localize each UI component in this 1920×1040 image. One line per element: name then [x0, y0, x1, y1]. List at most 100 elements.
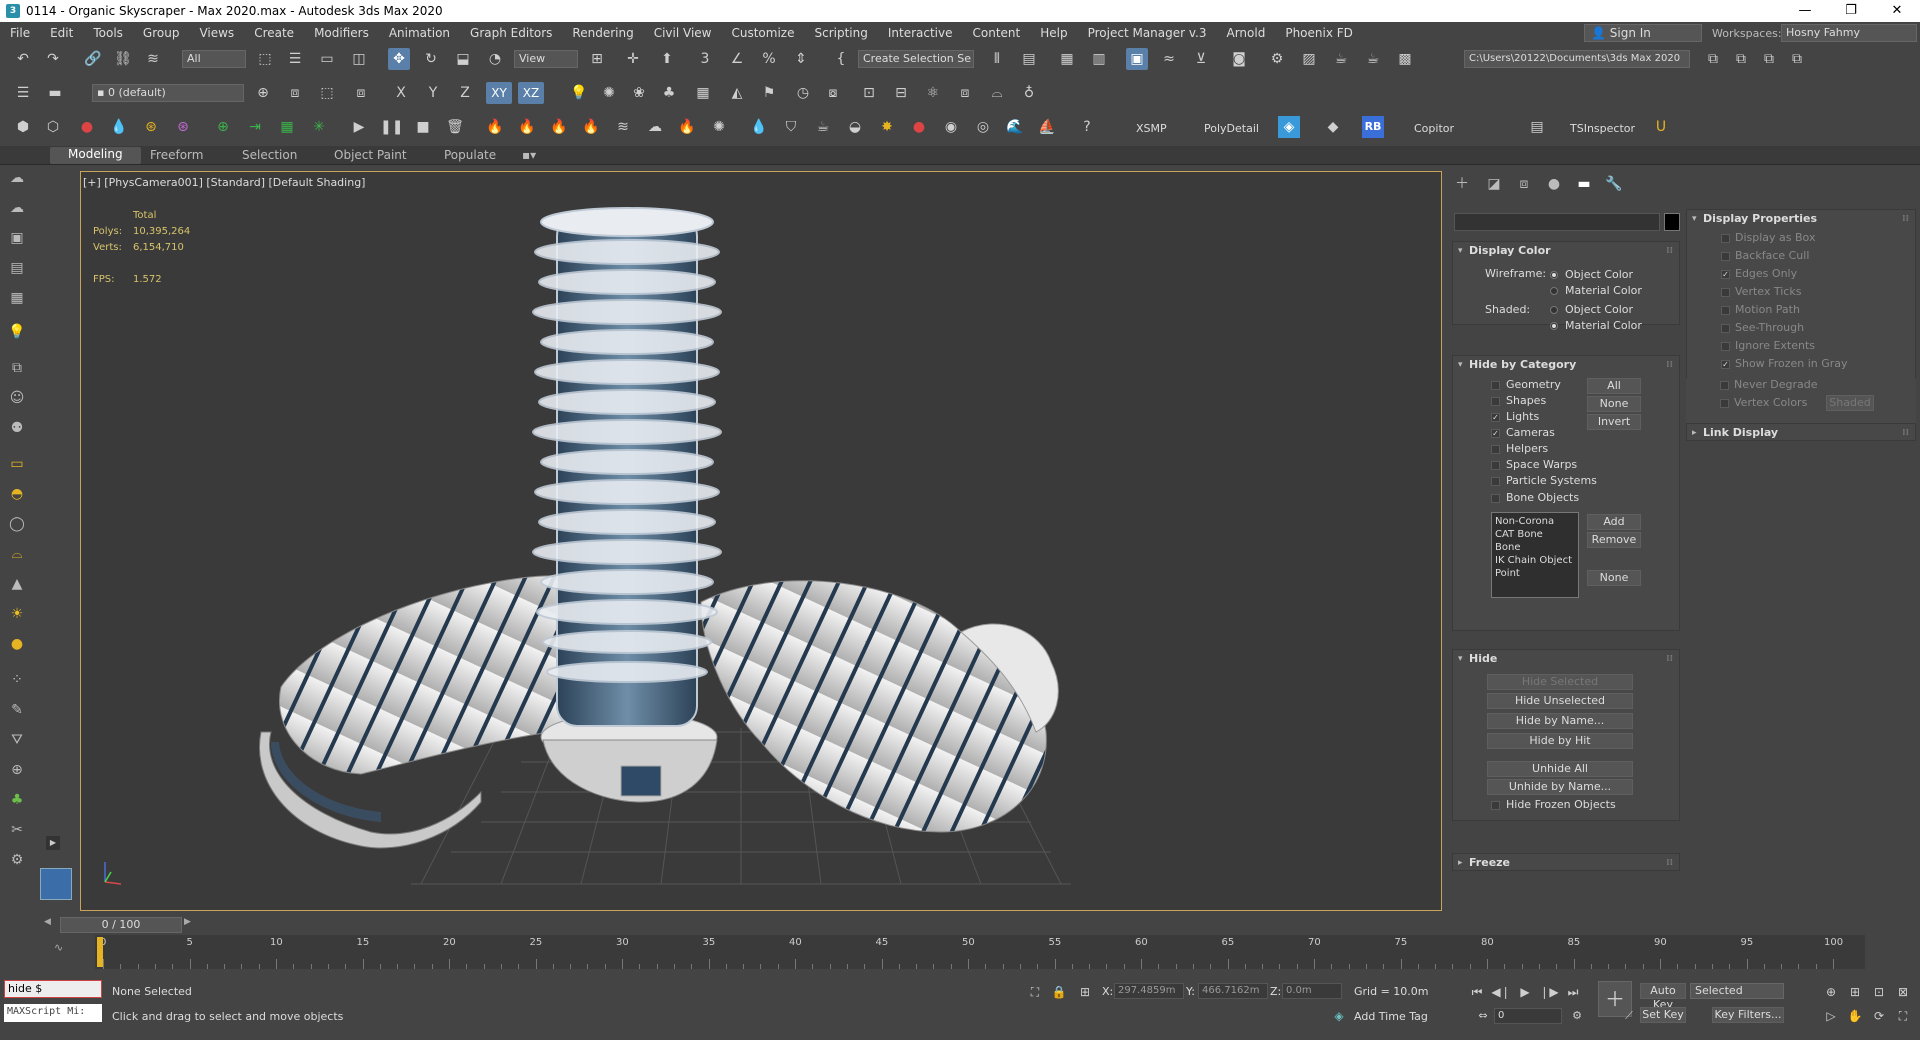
- foliage-icon[interactable]: ❀: [628, 82, 650, 104]
- box-icon[interactable]: ⬢: [12, 116, 34, 138]
- green-sphere-icon[interactable]: ⊕: [212, 116, 234, 138]
- region-icon[interactable]: ⧈: [954, 82, 976, 104]
- zoom-extents-icon[interactable]: ⊡: [1868, 981, 1890, 1003]
- prev-key-icon[interactable]: ◀❘: [1490, 981, 1512, 1003]
- motion-tab-icon[interactable]: ●: [1544, 176, 1564, 192]
- copitor-button[interactable]: Copitor: [1414, 122, 1454, 135]
- track-bar[interactable]: 0 5 10 15 20 25 30 35 40 45 50 55 60 65 70 75 80 85 90 95 10…: [95, 935, 1865, 969]
- unhide-by-name-button[interactable]: Unhide by Name...: [1487, 779, 1633, 795]
- phoenix-cup-icon[interactable]: ☕: [812, 116, 834, 138]
- gem-tool-icon[interactable]: ◆: [1322, 116, 1344, 138]
- geometry-checkbox[interactable]: [1491, 381, 1500, 390]
- selection-filter-dropdown[interactable]: All: [182, 50, 246, 68]
- link-icon[interactable]: 🔗: [82, 48, 104, 70]
- stop-icon[interactable]: ■: [412, 116, 434, 138]
- pause-icon[interactable]: ❚❚: [380, 116, 403, 138]
- tab-freeform[interactable]: Freeform: [150, 148, 203, 162]
- project-folder-icon[interactable]: ⧉: [1702, 48, 1724, 70]
- schematic-view-icon[interactable]: ⊻: [1190, 48, 1212, 70]
- maxscript-mini-listener[interactable]: MAXScript Mi:: [4, 1004, 102, 1022]
- add-layer-icon[interactable]: ⊕: [252, 82, 274, 104]
- menu-project-manager[interactable]: Project Manager v.3: [1078, 26, 1217, 40]
- proxy-icon[interactable]: ⚑: [758, 82, 780, 104]
- light-icon[interactable]: 💡: [568, 82, 590, 104]
- ref-coord-dropdown[interactable]: View: [514, 50, 578, 68]
- play-animation-icon[interactable]: ▶: [1514, 981, 1536, 1003]
- lights-checkbox[interactable]: ✓: [1491, 413, 1500, 422]
- menu-modifiers[interactable]: Modifiers: [304, 26, 379, 40]
- group-icon[interactable]: ⧉: [6, 357, 28, 379]
- project-path-dropdown[interactable]: C:\Users\20122\Documents\3ds Max 2020: [1464, 50, 1690, 68]
- phoenix-fire-icon[interactable]: 🔥: [484, 116, 506, 138]
- particle-systems-checkbox[interactable]: [1491, 477, 1500, 486]
- create-tab-icon[interactable]: ＋: [1452, 176, 1472, 192]
- maxscript-listener-input[interactable]: hide $: [4, 980, 102, 998]
- edges-only-checkbox[interactable]: ✓: [1721, 270, 1730, 279]
- menu-file[interactable]: File: [0, 26, 40, 40]
- cloud-icon[interactable]: ☁: [6, 197, 28, 219]
- go-to-end-icon[interactable]: ⏭: [1562, 981, 1584, 1003]
- menu-interactive[interactable]: Interactive: [878, 26, 963, 40]
- lock-selection-icon[interactable]: 🔒: [1048, 981, 1070, 1003]
- pan-icon[interactable]: ✋: [1844, 1005, 1866, 1027]
- shaded-material-color-radio[interactable]: [1550, 322, 1558, 330]
- motion-path-checkbox[interactable]: [1721, 306, 1730, 315]
- project-save-icon[interactable]: ⧉: [1786, 48, 1808, 70]
- ribbon-options-icon[interactable]: ▪▾: [522, 148, 536, 162]
- phoenix-flame-icon[interactable]: 🔥: [676, 116, 698, 138]
- polydetail-button[interactable]: PolyDetail: [1204, 122, 1259, 135]
- tab-populate[interactable]: Populate: [444, 148, 496, 162]
- time-config-icon[interactable]: ⚙: [1566, 1005, 1588, 1027]
- water-drop-icon[interactable]: 💧: [108, 116, 130, 138]
- maximize-viewport-icon[interactable]: ⛶: [1892, 1005, 1914, 1027]
- clock-icon[interactable]: ◷: [792, 82, 814, 104]
- zoom-extents-all-icon[interactable]: ⊠: [1892, 981, 1914, 1003]
- list-item[interactable]: Non-Corona: [1495, 515, 1575, 528]
- list-none-button[interactable]: None: [1587, 570, 1641, 586]
- named-selection-set-dropdown[interactable]: Create Selection Se: [858, 50, 974, 68]
- atom-icon[interactable]: ⚛: [922, 82, 944, 104]
- x-coord-field[interactable]: 297.4859m: [1114, 983, 1184, 999]
- hair-icon[interactable]: ✂: [6, 819, 28, 841]
- placement-icon[interactable]: ◔: [484, 48, 506, 70]
- select-rotate-icon[interactable]: ↻: [420, 48, 442, 70]
- curve-editor-mini-icon[interactable]: ∿: [54, 941, 63, 954]
- sphere-icon[interactable]: ◯: [6, 513, 28, 535]
- display-tab-icon[interactable]: ▬: [1574, 176, 1594, 192]
- menu-rendering[interactable]: Rendering: [562, 26, 643, 40]
- tsinspector-button[interactable]: TSInspector: [1570, 122, 1635, 135]
- layer-stack-icon[interactable]: ⧈: [284, 82, 306, 104]
- camera-icon[interactable]: ⌓: [986, 82, 1008, 104]
- network-icon[interactable]: ⛛: [6, 729, 28, 751]
- layer-manager-icon[interactable]: ⧈: [350, 82, 372, 104]
- frame-capture-icon[interactable]: ▣: [6, 227, 28, 249]
- list-item[interactable]: Bone: [1495, 541, 1575, 554]
- ribbon-toggle-icon[interactable]: ▣: [1126, 48, 1148, 70]
- menu-phoenix-fd[interactable]: Phoenix FD: [1275, 26, 1363, 40]
- shapes-checkbox[interactable]: [1491, 397, 1500, 406]
- sky-icon[interactable]: ◭: [726, 82, 748, 104]
- key-tangent-icon[interactable]: ⟋: [1618, 1005, 1640, 1027]
- rendered-frame-icon[interactable]: ▨: [1298, 48, 1320, 70]
- never-degrade-checkbox[interactable]: [1720, 381, 1729, 390]
- menu-tools[interactable]: Tools: [83, 26, 133, 40]
- select-object-icon[interactable]: ⬚: [254, 48, 276, 70]
- display-as-box-checkbox[interactable]: [1721, 234, 1730, 243]
- globe-icon[interactable]: ⊕: [6, 759, 28, 781]
- axis-xz-button[interactable]: XZ: [518, 82, 544, 104]
- sign-in-dropdown[interactable]: 👤 Sign In: [1584, 24, 1702, 42]
- next-key-icon[interactable]: ❘▶: [1538, 981, 1560, 1003]
- fire-sphere-icon[interactable]: ●: [76, 116, 98, 138]
- select-manipulate-icon[interactable]: ✛: [622, 48, 644, 70]
- scatter-icon[interactable]: ⁘: [6, 669, 28, 691]
- purple-circle-icon[interactable]: ⊛: [172, 116, 194, 138]
- freeze-header[interactable]: Freeze⁞⁞: [1453, 854, 1679, 872]
- grid-tool-icon[interactable]: ▦: [692, 82, 714, 104]
- all-button[interactable]: All: [1587, 378, 1641, 394]
- remove-button[interactable]: Remove: [1587, 532, 1641, 548]
- scene-explorer-toggle-icon[interactable]: ☰: [12, 82, 34, 104]
- project-open-icon[interactable]: ⧉: [1758, 48, 1780, 70]
- phoenix-sphere-icon[interactable]: ◉: [940, 116, 962, 138]
- frame-icon[interactable]: ⧇: [822, 82, 844, 104]
- key-filters-button[interactable]: Key Filters...: [1712, 1007, 1784, 1023]
